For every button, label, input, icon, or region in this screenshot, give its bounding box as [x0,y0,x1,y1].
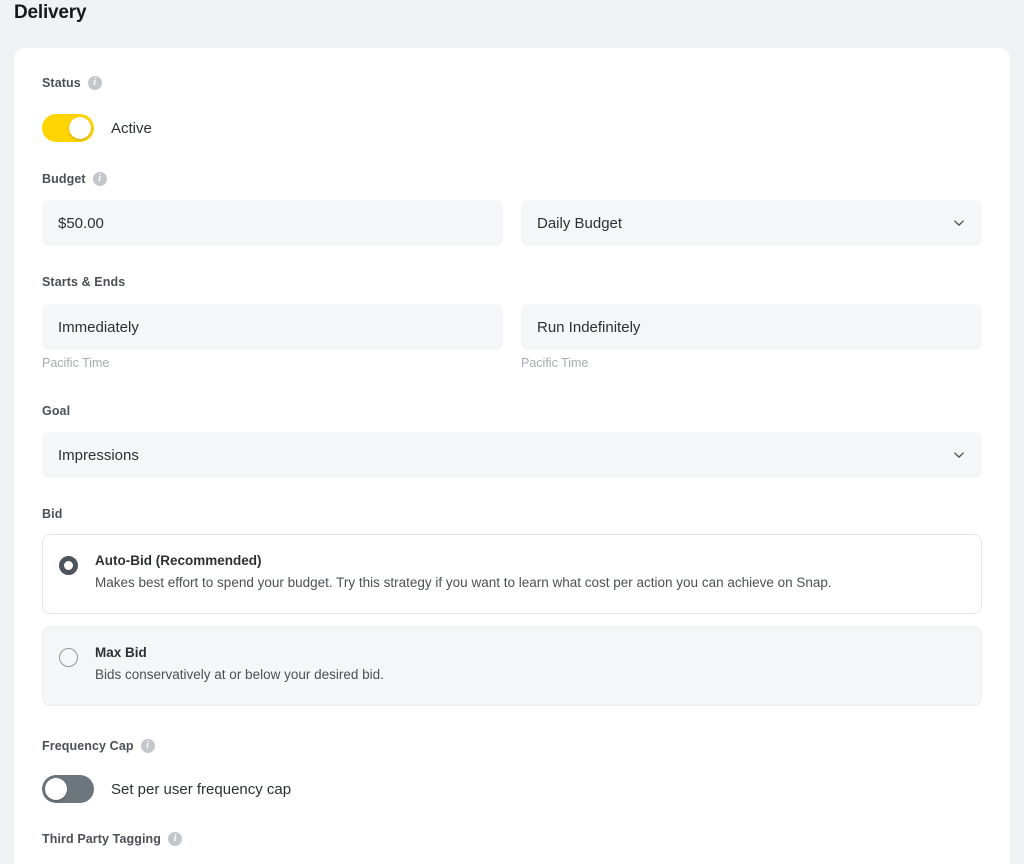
third-party-tagging-label-group: Third Party Tagging i [42,831,183,846]
goal-select[interactable]: Impressions [42,432,982,478]
bid-label-group: Bid [42,508,62,521]
frequency-cap-toggle-knob [45,778,67,800]
budget-type-select[interactable]: Daily Budget [521,200,982,246]
budget-label: Budget [42,171,86,186]
chevron-down-icon [954,452,964,458]
page-title: Delivery [14,2,87,23]
bid-option-max-bid-description: Bids conservatively at or below your des… [95,666,384,682]
budget-type-value: Daily Budget [537,214,623,232]
starts-ends-label-group: Starts & Ends [42,276,125,289]
delivery-card: Status i Active Budget i $50.00 Daily Bu… [14,48,1010,864]
bid-option-max-bid-texts: Max Bid Bids conservatively at or below … [95,645,963,683]
bid-option-auto-bid-texts: Auto-Bid (Recommended) Makes best effort… [95,553,963,591]
end-date-input[interactable]: Run Indefinitely [521,304,982,350]
bid-option-max-bid-title: Max Bid [95,645,147,660]
budget-row: $50.00 Daily Budget [42,200,982,246]
delivery-card-inner: Status i Active Budget i $50.00 Daily Bu… [14,48,1010,864]
status-info-icon[interactable]: i [87,76,102,90]
starts-ends-label: Starts & Ends [42,275,126,289]
goal-label-group: Goal [42,405,70,418]
start-date-col: Immediately Pacific Time [42,304,503,370]
bid-option-auto-bid-radio[interactable] [59,556,78,575]
budget-amount-input[interactable]: $50.00 [42,200,503,246]
delivery-settings-page: Delivery Status i Active Budget i $50.00… [0,0,1024,864]
starts-ends-row: Immediately Pacific Time Run Indefinitel… [42,304,982,370]
status-toggle[interactable] [42,114,94,142]
bid-option-max-bid[interactable]: Max Bid Bids conservatively at or below … [42,626,982,706]
bid-option-auto-bid[interactable]: Auto-Bid (Recommended) Makes best effort… [42,534,982,614]
budget-info-icon[interactable]: i [92,172,107,186]
goal-value: Impressions [58,446,139,464]
status-label-group: Status i [42,76,102,90]
frequency-cap-toggle-label: Set per user frequency cap [111,780,292,798]
bid-option-auto-bid-title: Auto-Bid (Recommended) [95,553,262,568]
end-date-col: Run Indefinitely Pacific Time [521,304,982,370]
start-date-helper: Pacific Time [42,356,110,370]
status-toggle-label: Active [111,119,152,137]
chevron-down-icon [954,220,964,226]
budget-label-group: Budget i [42,172,107,186]
status-toggle-row: Active [42,114,152,142]
frequency-cap-label-group: Frequency Cap i [42,739,155,753]
budget-amount-col: $50.00 [42,200,503,246]
goal-select-wrap: Impressions [42,432,982,478]
end-date-helper: Pacific Time [521,356,589,370]
frequency-cap-info-icon[interactable]: i [140,739,155,753]
third-party-tagging-label: Third Party Tagging [42,831,162,846]
end-date-value: Run Indefinitely [537,318,641,336]
status-label: Status [42,75,81,90]
start-date-value: Immediately [58,318,139,336]
bid-option-max-bid-radio[interactable] [59,648,78,667]
status-toggle-knob [69,117,91,139]
frequency-cap-toggle[interactable] [42,775,94,803]
bid-label: Bid [42,507,63,521]
frequency-cap-label: Frequency Cap [42,738,134,753]
frequency-cap-toggle-row: Set per user frequency cap [42,775,291,803]
goal-label: Goal [42,404,71,418]
bid-options-group: Auto-Bid (Recommended) Makes best effort… [42,534,982,706]
third-party-tagging-info-icon[interactable]: i [168,832,183,846]
start-date-input[interactable]: Immediately [42,304,503,350]
budget-type-col: Daily Budget [521,200,982,246]
bid-option-auto-bid-description: Makes best effort to spend your budget. … [95,574,832,590]
budget-amount-value: $50.00 [58,214,104,232]
